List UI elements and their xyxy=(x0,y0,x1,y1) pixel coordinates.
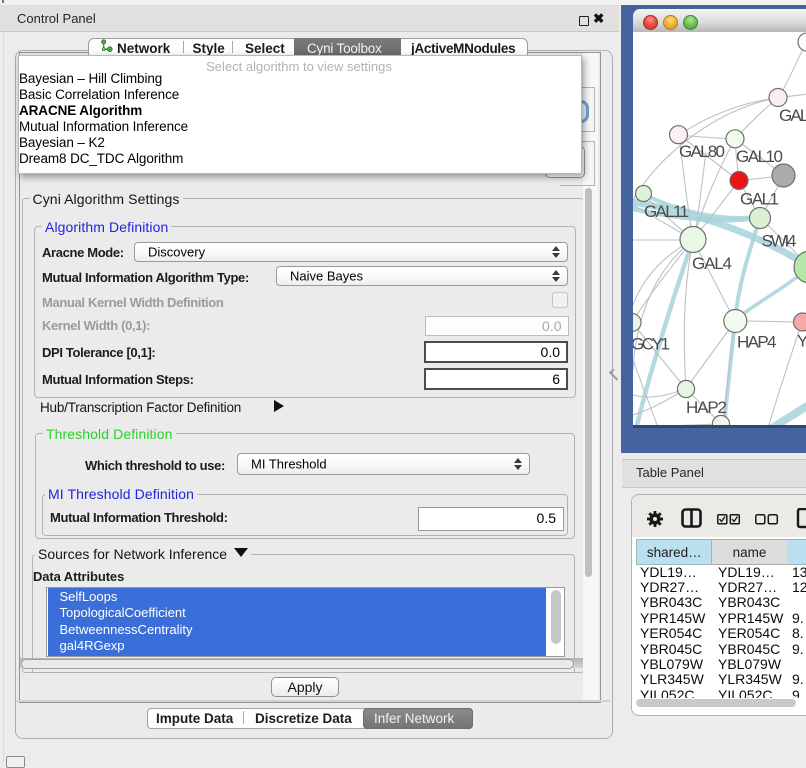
svg-text:YJ: YJ xyxy=(797,332,806,351)
svg-text:GAL10: GAL10 xyxy=(736,147,783,166)
svg-text:GCY1: GCY1 xyxy=(633,335,670,354)
svg-text:HAP2: HAP2 xyxy=(686,398,727,417)
svg-text:GAL4: GAL4 xyxy=(692,254,732,273)
svg-text:HAP4: HAP4 xyxy=(737,333,777,352)
svg-text:GAL80: GAL80 xyxy=(679,142,725,161)
svg-text:SWI4: SWI4 xyxy=(762,231,797,250)
svg-text:GAL11: GAL11 xyxy=(644,202,689,221)
svg-text:GAL1: GAL1 xyxy=(740,190,779,209)
svg-text:GAL7: GAL7 xyxy=(779,106,806,125)
